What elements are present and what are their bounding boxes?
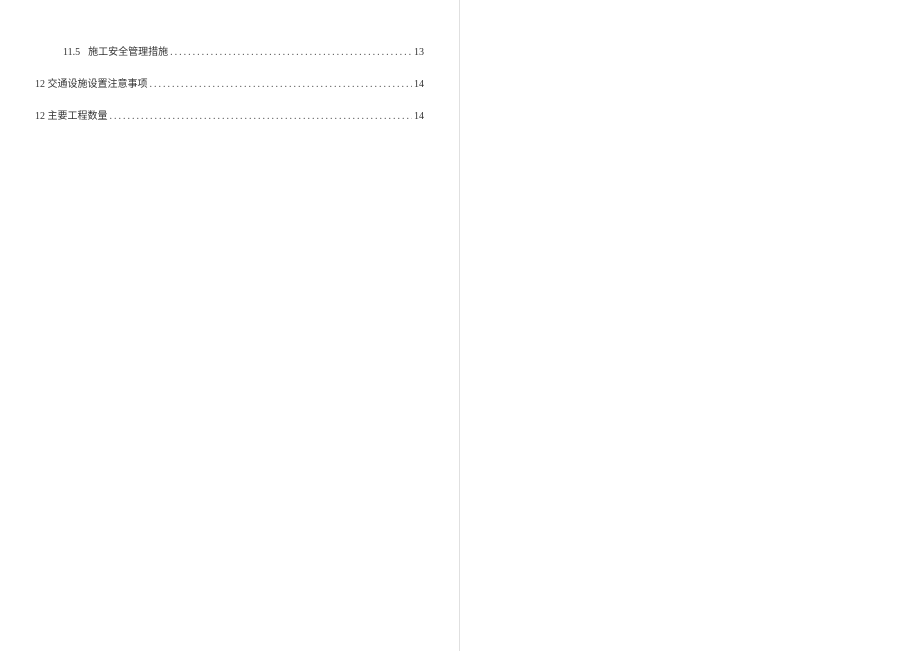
toc-title-text: 施工安全管理措施 bbox=[88, 47, 168, 58]
toc-entry: 12 交通设施设置注意事项 14 bbox=[35, 77, 424, 93]
toc-page-number: 14 bbox=[414, 77, 424, 93]
document-page-right bbox=[460, 0, 920, 651]
toc-leader-dots bbox=[150, 77, 413, 93]
toc-page-number: 14 bbox=[414, 109, 424, 125]
toc-title-text: 交通设施设置注意事项 bbox=[48, 79, 148, 90]
toc-num-text: 12 bbox=[35, 111, 45, 122]
document-page-left: 11.5 施工安全管理措施 13 12 交通设施设置注意事项 14 12 主要工程… bbox=[0, 0, 460, 651]
toc-num-text: 12 bbox=[35, 79, 45, 90]
toc-leader-dots bbox=[110, 109, 413, 125]
toc-entry: 11.5 施工安全管理措施 13 bbox=[35, 45, 424, 61]
toc-entry-number: 12 主要工程数量 bbox=[35, 109, 108, 125]
toc-page-number: 13 bbox=[414, 45, 424, 61]
toc-num-text: 11.5 bbox=[63, 47, 80, 58]
toc-entry-number: 11.5 施工安全管理措施 bbox=[63, 45, 168, 61]
toc-leader-dots bbox=[170, 45, 412, 61]
toc-title-text: 主要工程数量 bbox=[48, 111, 108, 122]
toc-entry-number: 12 交通设施设置注意事项 bbox=[35, 77, 148, 93]
toc-entry: 12 主要工程数量 14 bbox=[35, 109, 424, 125]
